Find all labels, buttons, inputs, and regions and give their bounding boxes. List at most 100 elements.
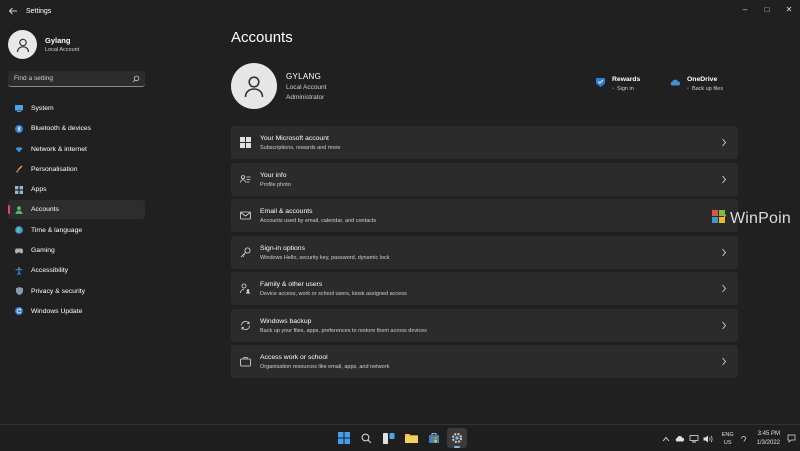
card-subtitle: Subscriptions, rewards and more [260,145,341,151]
card-windows-backup[interactable]: Windows backup Back up your files, apps,… [231,308,738,342]
keyboard-layout: US [723,439,732,446]
back-arrow-icon [8,7,17,15]
back-button[interactable] [6,6,20,20]
sidebar-item-label: Privacy & security [31,287,86,295]
onedrive-icon [670,79,681,86]
settings-taskbar-button[interactable] [446,428,467,448]
avatar [8,30,37,59]
user-icon [16,38,29,52]
store-button[interactable] [424,428,444,448]
globe-icon [15,226,23,235]
search-box[interactable]: Find a setting [8,71,145,87]
clock[interactable]: 3:45 PM 1/3/2022 [757,430,780,448]
sidebar-item-accounts[interactable]: Accounts [8,200,145,220]
sidebar-item-label: Personalisation [31,165,78,173]
card-title: Windows backup [260,317,312,325]
rewards-tile[interactable]: Rewards • Sign in [595,76,640,92]
search-input[interactable]: Find a setting [14,75,53,82]
card-title: Access work or school [260,354,328,361]
volume-icon[interactable] [703,434,713,444]
cloud-icon[interactable] [675,434,685,444]
sidebar-item-accessibility[interactable]: Accessibility [8,261,145,280]
sidebar-item-apps[interactable]: Apps [8,180,145,199]
app-title: Settings [26,8,52,15]
search-icon [132,75,140,83]
rewards-title: Rewards [612,76,641,83]
onedrive-status: Back up files [691,86,724,92]
close-button[interactable]: ✕ [778,0,800,18]
sidebar-profile[interactable]: Gylang Local Account [8,30,79,59]
store-icon [429,433,439,443]
taskbar: ENG US 3:45 PM 1/3/2022 [0,424,800,451]
network-icon[interactable] [689,434,699,444]
card-family-users[interactable]: Family & other users Device access, work… [231,272,738,305]
winpoin-logo-icon [712,210,725,223]
status-dot-icon: • [612,86,614,92]
notification-icon[interactable] [786,434,796,444]
account-name: GYLANG [286,72,322,81]
sidebar-item-time-language[interactable]: Time & language [8,221,145,240]
sidebar-item-label: Apps [31,186,47,194]
sidebar-item-gaming[interactable]: Gaming [8,241,145,260]
account-avatar [231,63,277,109]
accessibility-icon [15,266,23,275]
chevron-right-icon [722,138,727,147]
card-work-school[interactable]: Access work or school Organisation resou… [231,345,738,378]
start-button[interactable] [334,428,354,448]
language-code: ENG [721,431,734,438]
bluetooth-icon [15,124,23,133]
sidebar-item-windows-update[interactable]: Windows Update [8,302,145,321]
shield-icon [15,287,23,296]
clock-time: 3:45 PM [757,430,780,437]
profile-name: Gylang [45,36,71,45]
file-explorer-button[interactable] [402,428,422,448]
card-title: Your info [260,171,287,179]
backup-sync-icon [241,320,250,330]
clock-date: 1/3/2022 [756,439,780,446]
status-dot-icon: • [687,86,689,92]
maximize-button[interactable]: □ [756,0,778,18]
minimize-button[interactable]: – [734,0,756,18]
card-subtitle: Back up your files, apps, preferences to… [260,327,427,334]
onedrive-title: OneDrive [687,76,718,83]
taskbar-search-button[interactable] [357,428,377,448]
chevron-up-icon[interactable] [661,434,671,444]
system-tray: ENG US 3:45 PM 1/3/2022 [661,425,800,451]
profile-account-type: Local Account [45,47,80,53]
mail-icon [240,211,251,220]
settings-list: Your Microsoft account Subscriptions, re… [231,126,738,382]
card-sign-in-options[interactable]: Sign-in options Windows Hello, security … [231,235,738,269]
sidebar-item-label: System [31,105,54,112]
sidebar-nav: System Bluetooth & devices Network & int… [8,99,145,322]
sidebar-item-privacy-security[interactable]: Privacy & security [8,282,145,301]
card-subtitle: Device access, work or school users, kio… [260,291,407,297]
brush-icon [15,165,23,173]
watermark-text: WinPoin [730,210,791,227]
sidebar-item-personalisation[interactable]: Personalisation [8,160,145,179]
people-icon [240,283,250,294]
task-view-button[interactable] [379,428,399,448]
sidebar-item-label: Accessibility [31,267,69,275]
card-microsoft-account[interactable]: Your Microsoft account Subscriptions, re… [231,126,738,159]
card-title: Sign-in options [260,244,305,252]
card-subtitle: Organisation resources like email, apps,… [260,364,390,370]
sidebar-item-bluetooth[interactable]: Bluetooth & devices [8,119,145,138]
language-indicator[interactable]: ENG US [722,431,734,447]
rewards-status: Sign in [616,86,634,92]
chevron-right-icon [722,284,727,293]
card-email-accounts[interactable]: Email & accounts Accounts used by email,… [231,199,738,232]
card-subtitle: Accounts used by email, calendar, and co… [260,218,377,224]
card-subtitle: Windows Hello, security key, password, d… [260,254,390,261]
onedrive-tile[interactable]: OneDrive • Back up files [670,76,723,92]
card-your-info[interactable]: Your info Profile photo [231,162,738,196]
sidebar-item-system[interactable]: System [8,99,145,118]
settings-window: Settings – □ ✕ Gylang Local Account Find… [0,0,800,424]
account-type: Local Account [286,84,327,91]
windows-logo-icon [240,137,251,148]
window-controls: – □ ✕ [734,0,800,18]
accessibility-icon[interactable] [739,434,749,444]
gear-icon [451,432,462,444]
update-icon [15,307,23,316]
chevron-right-icon [722,175,727,183]
sidebar-item-network[interactable]: Network & internet [8,140,145,159]
